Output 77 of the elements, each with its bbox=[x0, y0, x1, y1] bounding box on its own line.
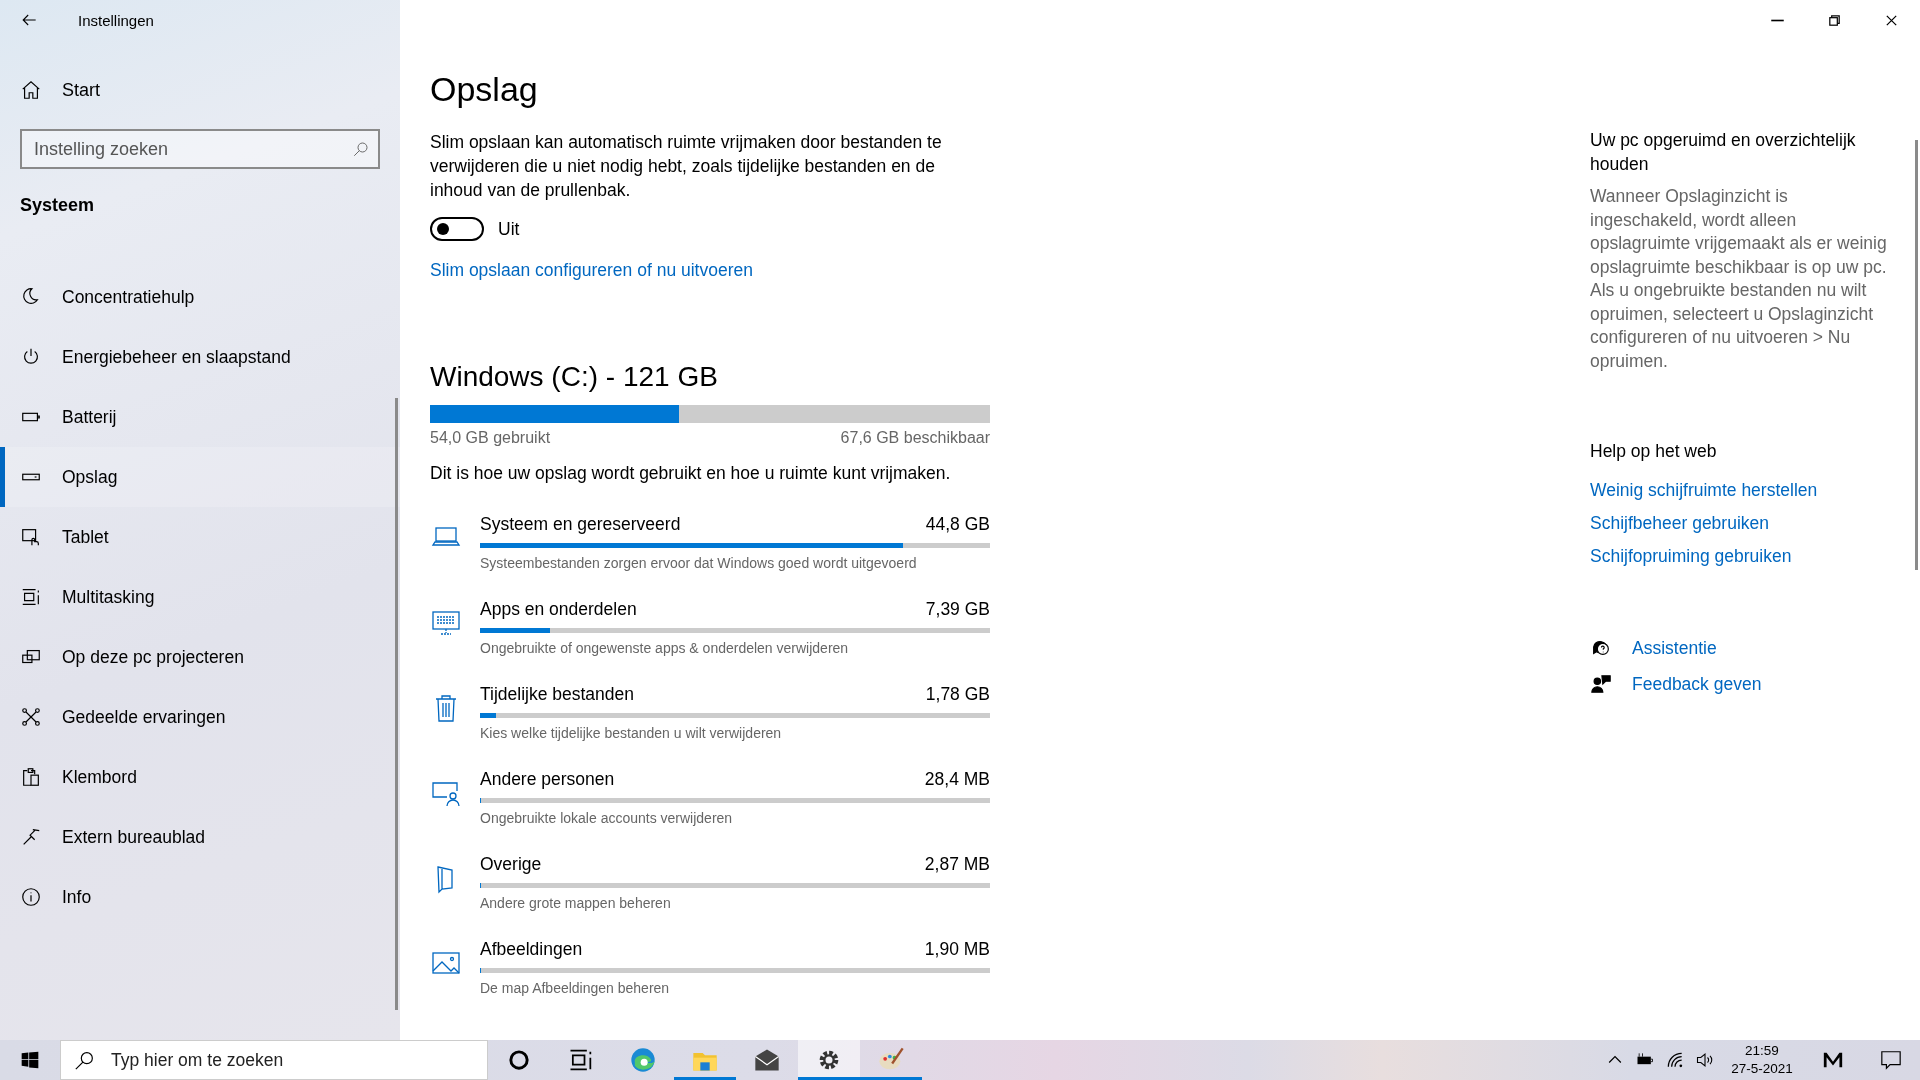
help-link[interactable]: Weinig schijfruimte herstellen bbox=[1590, 480, 1818, 501]
intro-text: Dit is hoe uw opslag wordt gebruikt en hoe u ruimte kunt vrijmaken. bbox=[430, 463, 951, 484]
minimize-icon bbox=[1770, 18, 1785, 22]
volume-icon bbox=[1695, 1050, 1715, 1070]
restore-icon bbox=[1827, 12, 1842, 28]
sidebar-item[interactable]: Extern bureaublad bbox=[0, 807, 400, 867]
category-description: Andere grote mappen beheren bbox=[480, 895, 672, 911]
help-link[interactable]: Schijfopruiming gebruiken bbox=[1590, 546, 1792, 567]
help-heading: Help op het web bbox=[1590, 441, 1717, 462]
sidebar-item[interactable]: Op deze pc projecteren bbox=[0, 627, 400, 687]
category-size: 1,90 MB bbox=[924, 939, 990, 960]
toggle-label: Uit bbox=[498, 218, 520, 240]
sidebar-item[interactable]: Opslag bbox=[0, 447, 400, 507]
category-name: Andere personen bbox=[480, 769, 615, 790]
used-space-label: 54,0 GB gebruikt bbox=[430, 429, 551, 447]
category-name: Tijdelijke bestanden bbox=[480, 684, 635, 705]
window-title: Instellingen bbox=[78, 11, 154, 29]
search-icon bbox=[352, 140, 370, 158]
scrollbar[interactable] bbox=[395, 398, 398, 1010]
taskbar-app[interactable] bbox=[798, 1040, 860, 1080]
tablet-icon bbox=[20, 526, 42, 548]
sidebar-item[interactable]: Energiebeheer en slaapstand bbox=[0, 327, 400, 387]
person-chat-icon bbox=[1590, 673, 1612, 695]
home-link[interactable]: Start bbox=[0, 68, 400, 112]
category-description: Systeembestanden zorgen ervoor dat Windows goed wordt uitgevoerd bbox=[480, 555, 918, 571]
storage-category[interactable]: Systeem en gereserveerd 44,8 GB Systeembestanden zorgen ervoor dat Windows goed wordt uitgevoerd bbox=[430, 514, 990, 571]
category-description: Ongebruikte of ongewenste apps & onderdelen verwijderen bbox=[480, 640, 850, 656]
category-size: 44,8 GB bbox=[925, 514, 990, 535]
sidebar-item[interactable]: Batterij bbox=[0, 387, 400, 447]
category-name: Overige bbox=[480, 854, 542, 875]
sidebar-item[interactable]: Multitasking bbox=[0, 567, 400, 627]
category-name: Apps en onderdelen bbox=[480, 599, 637, 620]
category-size: 28,4 MB bbox=[924, 769, 990, 790]
search-field[interactable]: Instelling zoeken bbox=[20, 129, 380, 169]
search-icon bbox=[74, 1049, 96, 1071]
speech-bubble-icon bbox=[1880, 1049, 1902, 1071]
multitasking-icon bbox=[20, 586, 42, 608]
toggle-switch[interactable] bbox=[430, 217, 484, 241]
category-description: De map Afbeeldingen beheren bbox=[480, 980, 671, 996]
storage-category[interactable]: Andere personen 28,4 MB Ongebruikte lokale accounts verwijderen bbox=[430, 769, 990, 826]
category-name: Afbeeldingen bbox=[480, 939, 583, 960]
clock[interactable]: 21:59 27-5-2021 bbox=[1720, 1040, 1804, 1080]
storage-category[interactable]: Overige 2,87 MB Andere grote mappen beheren bbox=[430, 854, 990, 911]
section-heading: Systeem bbox=[20, 195, 95, 217]
clipboard-icon bbox=[20, 766, 42, 788]
category-description: Kies welke tijdelijke bestanden u wilt verwijderen bbox=[480, 725, 783, 741]
description-text: Slim opslaan kan automatisch ruimte vrijmaken door bestanden te verwijderen die u niet nodig hebt, zoals tijdelijke bestanden en de inhoud van de prullenbak. bbox=[430, 131, 943, 202]
configure-link[interactable]: Slim opslaan configureren of nu uitvoeren bbox=[430, 260, 753, 281]
sidebar-item[interactable]: Tablet bbox=[0, 507, 400, 567]
sidebar-item[interactable]: Concentratiehulp bbox=[0, 267, 400, 327]
page-title: Opslag bbox=[430, 70, 538, 110]
wifi-icon bbox=[1665, 1050, 1685, 1070]
panel-heading: Uw pc opgeruimd en overzichtelijk houden bbox=[1590, 129, 1857, 176]
panel-text: Wanneer Opslaginzicht is ingeschakeld, wordt alleen opslagruimte vrijgemaakt als er weinig opslagruimte beschikbaar is op uw pc. Als u ongebruikte bestanden nu wilt opruimen, selecteert u Opslaginzicht configureren of nu uitvoeren > Nu opruimen. bbox=[1590, 185, 1888, 373]
sidebar-item[interactable]: Info bbox=[0, 867, 400, 927]
storage-category[interactable]: Afbeeldingen 1,90 MB De map Afbeeldingen beheren bbox=[430, 939, 990, 996]
drive-heading: Windows (C:) - 121 GB bbox=[430, 361, 718, 393]
browser-icon bbox=[629, 1046, 657, 1074]
sidebar-item[interactable]: Gedeelde ervaringen bbox=[0, 687, 400, 747]
category-description: Ongebruikte lokale accounts verwijderen bbox=[480, 810, 734, 826]
scrollbar[interactable] bbox=[1915, 140, 1918, 570]
windows-logo-icon bbox=[20, 1050, 40, 1070]
share-icon bbox=[20, 706, 42, 728]
sidebar-item[interactable]: Klembord bbox=[0, 747, 400, 807]
storage-category[interactable]: Tijdelijke bestanden 1,78 GB Kies welke tijdelijke bestanden u wilt verwijderen bbox=[430, 684, 990, 741]
category-name: Systeem en gereserveerd bbox=[480, 514, 681, 535]
free-space-label: 67,6 GB beschikbaar bbox=[840, 429, 990, 447]
category-size: 2,87 MB bbox=[924, 854, 990, 875]
category-size: 1,78 GB bbox=[925, 684, 990, 705]
action-link[interactable]: Assistentie bbox=[1632, 637, 1717, 659]
action-link[interactable]: Feedback geven bbox=[1632, 673, 1762, 695]
info-icon bbox=[20, 886, 42, 908]
help-link[interactable]: Schijfbeheer gebruiken bbox=[1590, 513, 1769, 534]
storage-category[interactable]: Apps en onderdelen 7,39 GB Ongebruikte of ongewenste apps & onderdelen verwijderen bbox=[430, 599, 990, 656]
category-size: 7,39 GB bbox=[925, 599, 990, 620]
taskbar-search-field[interactable]: Typ hier om te zoeken bbox=[60, 1040, 488, 1080]
home-icon bbox=[20, 79, 42, 101]
